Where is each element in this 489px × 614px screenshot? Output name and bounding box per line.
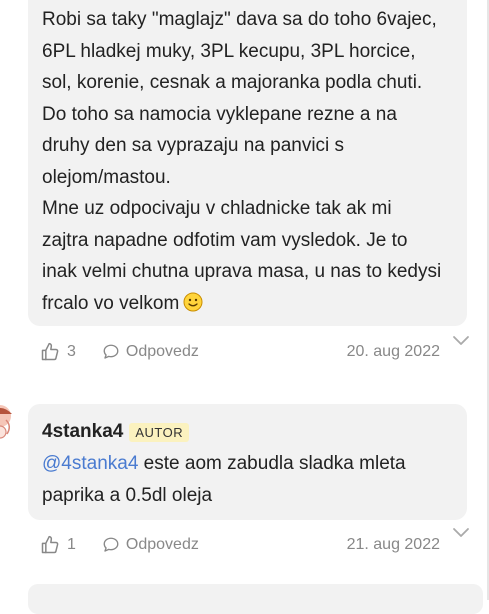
comment-bubble: Robi sa taky "maglajz" dava sa do toho 6… <box>28 0 467 326</box>
comment-actions: 3 Odpovedz 20. aug 2022 <box>40 340 470 364</box>
comment-text: Robi sa taky "maglajz" dava sa do toho 6… <box>42 9 442 314</box>
chevron-down-icon[interactable] <box>451 334 471 348</box>
username[interactable]: 4stanka4 <box>42 421 123 443</box>
reply-button[interactable]: Odpovedz <box>102 343 199 361</box>
next-comment-bubble <box>28 584 483 614</box>
like-count: 1 <box>67 536 76 553</box>
thumbs-up-icon <box>41 342 59 361</box>
author-badge: AUTOR <box>129 422 190 442</box>
like-button[interactable]: 1 <box>40 535 76 555</box>
mention-link[interactable]: @4stanka4 <box>42 453 138 474</box>
like-count: 3 <box>67 343 76 360</box>
comment-date: 21. aug 2022 <box>346 536 440 553</box>
reply-label: Odpovedz <box>125 536 199 553</box>
chevron-down-icon[interactable] <box>451 526 471 540</box>
comment-date: 20. aug 2022 <box>346 343 440 360</box>
reply-button[interactable]: Odpovedz <box>102 536 199 554</box>
comment-text: @4stanka4 este aom zabudla sladka mleta … <box>42 453 406 506</box>
speech-bubble-icon <box>103 537 119 552</box>
thumbs-up-icon <box>41 535 59 554</box>
avatar[interactable] <box>0 404 14 444</box>
comment-actions: 1 Odpovedz 21. aug 2022 <box>40 533 470 557</box>
like-button[interactable]: 3 <box>40 342 76 362</box>
smiling-face-emoji-icon <box>183 292 203 311</box>
comment-bubble: 4stanka4 AUTOR @4stanka4 este aom zabudl… <box>28 404 467 520</box>
speech-bubble-icon <box>103 344 119 359</box>
reply-label: Odpovedz <box>125 343 199 360</box>
comment-header: 4stanka4 AUTOR <box>42 421 453 443</box>
